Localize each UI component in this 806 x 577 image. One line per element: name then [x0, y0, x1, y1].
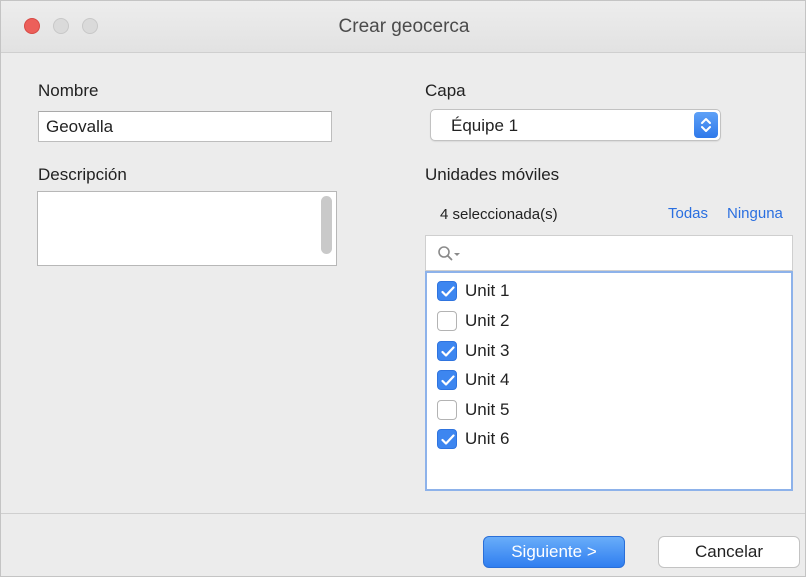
window-title: Crear geocerca [338, 16, 470, 37]
magnifier-icon [438, 246, 460, 261]
updown-chevron-icon [694, 112, 718, 138]
layer-label: Capa [425, 81, 466, 100]
description-label: Descripción [38, 165, 127, 184]
checkmark-icon [441, 375, 455, 386]
select-none-link[interactable]: Ninguna [727, 205, 783, 222]
unit-checkbox[interactable] [437, 400, 457, 420]
create-geofence-dialog: Crear geocerca Nombre Geovalla Descripci… [0, 0, 806, 577]
next-button[interactable]: Siguiente > [483, 536, 625, 568]
layer-select[interactable]: Équipe 1 [430, 109, 721, 141]
unit-checkbox[interactable] [437, 341, 457, 361]
units-label: Unidades móviles [425, 165, 560, 184]
checkmark-icon [441, 434, 455, 445]
unit-label: Unit 2 [465, 311, 510, 330]
footer-divider [1, 513, 805, 514]
selected-count: 4 seleccionada(s) [440, 206, 558, 223]
name-field[interactable]: Geovalla [38, 111, 332, 142]
units-list: Unit 1 Unit 2 Unit 3 Unit 4 Unit 5 Unit … [425, 271, 793, 491]
unit-checkbox[interactable] [437, 370, 457, 390]
unit-checkbox[interactable] [437, 311, 457, 331]
unit-label: Unit 4 [465, 370, 510, 389]
description-field[interactable] [37, 191, 337, 266]
description-scrollbar[interactable] [321, 196, 332, 254]
unit-checkbox[interactable] [437, 429, 457, 449]
unit-label: Unit 6 [465, 429, 510, 448]
unit-label: Unit 3 [465, 341, 510, 360]
title-bar: Crear geocerca [1, 1, 805, 53]
cancel-button[interactable]: Cancelar [658, 536, 800, 568]
checkmark-icon [441, 346, 455, 357]
layer-select-value: Équipe 1 [451, 116, 519, 135]
checkmark-icon [441, 286, 455, 297]
select-all-link[interactable]: Todas [668, 205, 708, 222]
unit-label: Unit 5 [465, 400, 510, 419]
unit-checkbox[interactable] [437, 281, 457, 301]
unit-label: Unit 1 [465, 281, 510, 300]
name-label: Nombre [38, 81, 99, 100]
units-search-input[interactable] [425, 235, 793, 271]
